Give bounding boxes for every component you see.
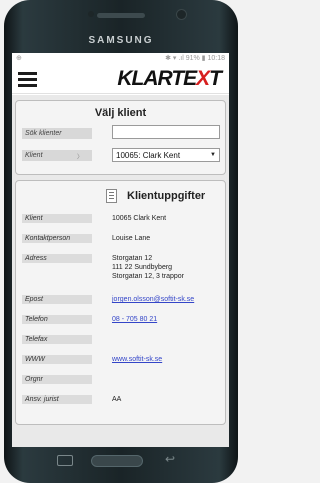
search-input[interactable] [112,125,220,139]
main-content: Välj klient Sök klienter Klient 〉 10065:… [12,95,229,447]
client-info-title: Klientuppgifter [127,190,206,202]
search-label: Sök klienter [22,128,92,139]
info-label: Telefon [22,315,92,324]
app-logo: KLARTEXT [117,67,222,90]
status-right: ✱ ▾ .ıl 91% ▮ 10:18 [165,55,225,62]
info-label: Adress [22,254,92,263]
info-label: Ansv. jurist [22,395,92,404]
menu-icon[interactable] [18,72,37,87]
phone-link[interactable]: 08 - 705 80 21 [112,315,224,324]
back-key-icon[interactable] [57,455,73,466]
client-select-value: 10065: Clark Kent [116,151,181,160]
info-value: 10065 Clark Kent [112,215,167,222]
client-select-card: Välj klient Sök klienter Klient 〉 10065:… [15,100,226,175]
info-label: Klient [22,214,92,223]
info-label: WWW [22,355,92,364]
screen: ⊕ ✱ ▾ .ıl 91% ▮ 10:18 KLARTEXT Välj klie… [12,53,229,447]
front-camera [177,10,186,19]
client-info-card: Klientuppgifter Klient 10065 Clark Kent … [15,180,226,425]
info-label: Orgnr [22,375,92,384]
proximity-sensor [88,11,94,17]
client-select[interactable]: 10065: Clark Kent ▼ [112,148,220,162]
info-value: Louise Lane [112,235,151,242]
status-bar: ⊕ ✱ ▾ .ıl 91% ▮ 10:18 [12,53,229,64]
earpiece [97,13,145,18]
chevron-down-icon: ▼ [210,152,216,158]
status-left: ⊕ [16,55,22,62]
document-icon [106,189,117,203]
recent-apps-icon[interactable]: ↩ [165,452,175,466]
website-link[interactable]: www.softit-sk.se [112,355,224,364]
app-bar: KLARTEXT [12,64,229,94]
home-button[interactable] [91,455,143,467]
info-label: Telefax [22,335,92,344]
email-link[interactable]: jorgen.olsson@softit-sk.se [112,295,224,304]
info-value: Storgatan 12 111 22 Sundbyberg Storgatan… [112,255,184,280]
client-select-title: Välj klient [94,107,147,119]
chevron-right-icon: 〉 [77,155,84,161]
info-label: Kontaktperson [22,234,92,243]
info-label: Epost [22,295,92,304]
info-value: AA [112,396,122,403]
device-brand: SAMSUNG [88,35,154,46]
